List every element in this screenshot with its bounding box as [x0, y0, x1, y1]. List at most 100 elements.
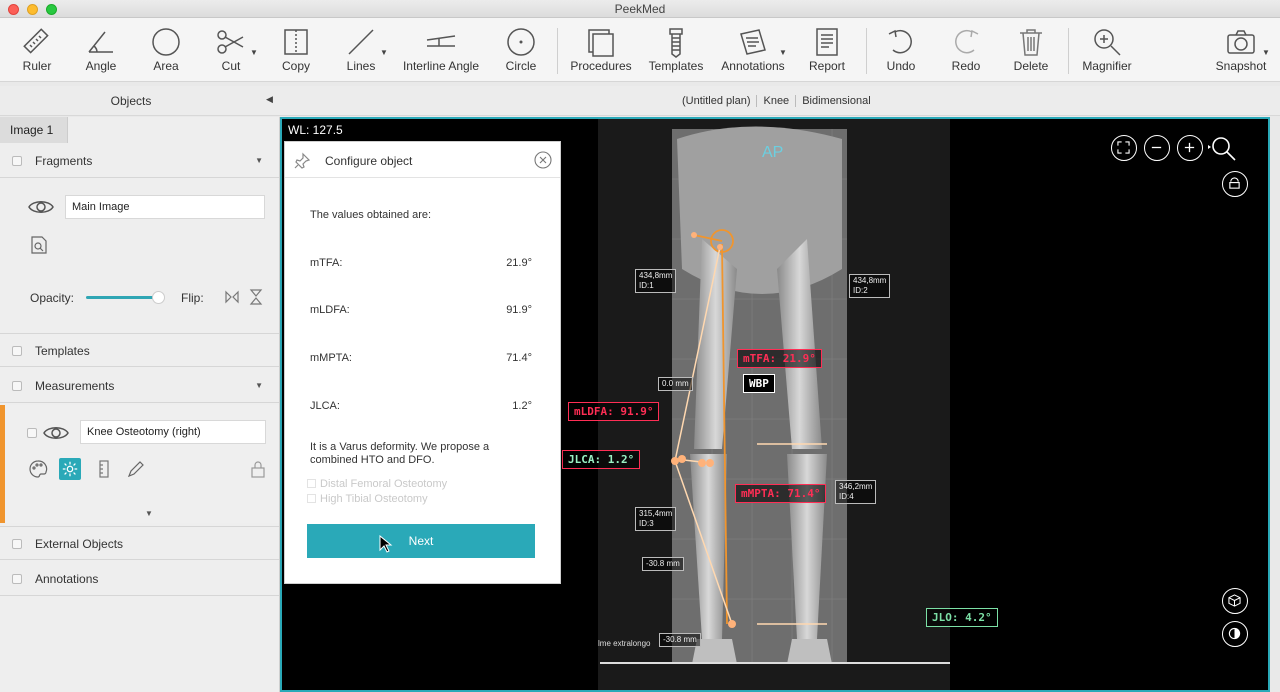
external-objects-section-header[interactable]: External Objects	[0, 526, 279, 560]
zoom-in-button[interactable]	[1177, 135, 1203, 161]
3d-view-button[interactable]	[1222, 588, 1248, 614]
magnifier-button[interactable]: Magnifier	[1074, 26, 1140, 73]
toolbar-divider	[557, 28, 558, 74]
mmpta-tag[interactable]: mMPTA: 71.4°	[735, 484, 827, 503]
redo-icon	[955, 29, 979, 54]
fit-screen-button[interactable]	[1111, 135, 1137, 161]
measurements-checkbox[interactable]	[12, 381, 22, 391]
offset-label[interactable]: 0.0 mm	[658, 377, 693, 391]
magnifier-label: Magnifier	[1082, 59, 1132, 73]
main-image-field[interactable]: Main Image	[65, 195, 265, 219]
area-tool-button[interactable]: Area	[133, 26, 199, 73]
dimension-label-4[interactable]: 346,2mm ID:4	[835, 480, 877, 504]
offset-label[interactable]: -30.8 mm	[642, 557, 684, 571]
option-checkbox[interactable]	[307, 479, 316, 488]
ruler-vertical-icon[interactable]	[94, 459, 114, 479]
toolbar-divider	[1068, 28, 1069, 74]
contrast-button[interactable]	[1222, 621, 1248, 647]
external-objects-checkbox[interactable]	[12, 539, 22, 549]
collapse-panel-arrow-icon[interactable]: ◀	[266, 94, 273, 105]
eye-icon[interactable]	[27, 197, 55, 217]
templates-section-header[interactable]: Templates	[0, 333, 279, 367]
undo-button[interactable]: Undo	[868, 26, 934, 73]
mtfa-tag[interactable]: mTFA: 21.9°	[737, 349, 822, 368]
area-circle-icon	[152, 28, 180, 56]
opacity-slider[interactable]	[86, 296, 156, 299]
jlo-tag[interactable]: JLO: 4.2°	[926, 608, 998, 627]
annotations-section-header[interactable]: Annotations	[0, 562, 279, 596]
dimension-value: 434,8mm	[639, 271, 673, 280]
flip-vertical-icon[interactable]	[248, 287, 264, 307]
breadcrumb-mode[interactable]: Bidimensional	[795, 95, 876, 107]
measurement-checkbox[interactable]	[27, 428, 37, 438]
annotations-checkbox[interactable]	[12, 574, 22, 584]
dialog-header: Configure object	[285, 142, 560, 178]
dimension-label-1[interactable]: 434,8mm ID:1	[635, 269, 677, 293]
image-tab[interactable]: Image 1	[0, 117, 68, 143]
mouse-cursor-icon	[379, 535, 393, 553]
annotations-section-label: Annotations	[35, 572, 99, 586]
ruler-tool-button[interactable]: Ruler	[4, 26, 70, 73]
interline-angle-label: Interline Angle	[402, 59, 480, 73]
pin-icon[interactable]	[293, 152, 311, 170]
templates-button[interactable]: Templates	[643, 26, 709, 73]
report-label: Report	[808, 59, 846, 73]
copy-tool-button[interactable]: Copy	[263, 26, 329, 73]
breadcrumb-joint[interactable]: Knee	[756, 95, 795, 107]
dimension-label-3[interactable]: 315,4mm ID:3	[635, 507, 677, 531]
opacity-slider-handle[interactable]	[152, 291, 165, 304]
image-caption: lme extralongo	[598, 639, 651, 648]
expand-arrow-icon[interactable]: ▼	[145, 509, 153, 518]
cut-label: Cut	[221, 59, 241, 73]
next-button[interactable]: Next	[307, 524, 535, 558]
redo-button[interactable]: Redo	[933, 26, 999, 73]
procedures-icon	[588, 29, 614, 57]
dialog-intro: The values obtained are:	[310, 209, 432, 221]
fragments-section-header[interactable]: Fragments ▼	[0, 144, 279, 178]
distal-femoral-osteotomy-option[interactable]: Distal Femoral Osteotomy	[307, 478, 447, 490]
angle-tool-button[interactable]: Angle	[68, 26, 134, 73]
fragments-checkbox[interactable]	[12, 156, 22, 166]
angle-label: Angle	[85, 59, 117, 73]
zoom-out-button[interactable]	[1144, 135, 1170, 161]
eye-icon[interactable]	[42, 423, 70, 443]
flip-horizontal-icon[interactable]	[224, 287, 240, 307]
lines-dropdown-caret-icon[interactable]: ▼	[380, 48, 388, 57]
dimension-label-2[interactable]: 434,8mm ID:2	[849, 274, 891, 298]
cut-dropdown-caret-icon[interactable]: ▼	[250, 48, 258, 57]
document-search-icon[interactable]	[29, 235, 49, 255]
pencil-icon[interactable]	[126, 459, 146, 479]
breadcrumb-plan[interactable]: (Untitled plan)	[676, 95, 756, 107]
measurements-label: Measurements	[35, 379, 115, 393]
close-icon[interactable]	[534, 151, 552, 169]
templates-checkbox[interactable]	[12, 346, 22, 356]
measurements-section-header[interactable]: Measurements ▼	[0, 369, 279, 403]
expand-arrow-icon[interactable]: ▼	[255, 381, 263, 390]
dimension-value: 434,8mm	[853, 276, 887, 285]
jlca-tag[interactable]: JLCA: 1.2°	[562, 450, 641, 469]
lock-icon[interactable]	[248, 459, 268, 479]
delete-button[interactable]: Delete	[998, 26, 1064, 73]
measurement-name-field[interactable]: Knee Osteotomy (right)	[80, 420, 266, 444]
option-checkbox[interactable]	[307, 494, 316, 503]
expand-arrow-icon[interactable]: ▼	[255, 156, 263, 165]
offset-label[interactable]: -30.8 mm	[659, 633, 701, 647]
palette-icon[interactable]	[28, 459, 48, 479]
rotate-button[interactable]	[1222, 171, 1248, 197]
wbp-tag[interactable]: WBP	[743, 374, 775, 393]
dialog-title: Configure object	[325, 154, 413, 168]
interline-angle-tool-button[interactable]: Interline Angle	[398, 26, 484, 73]
measurement-item[interactable]: Knee Osteotomy (right) ▼	[0, 405, 279, 523]
search-zoom-icon[interactable]	[1208, 135, 1238, 163]
high-tibial-osteotomy-option[interactable]: High Tibial Osteotomy	[307, 493, 428, 505]
snapshot-dropdown-caret-icon[interactable]: ▼	[1262, 48, 1270, 57]
mldfa-tag[interactable]: mLDFA: 91.9°	[568, 402, 660, 421]
mtfa-row-value: 21.9°	[506, 257, 532, 269]
configure-gear-button[interactable]	[59, 458, 81, 480]
templates-label: Templates	[648, 59, 704, 73]
circle-tool-button[interactable]: Circle	[488, 26, 554, 73]
procedures-button[interactable]: Procedures	[566, 26, 636, 73]
annotations-dropdown-caret-icon[interactable]: ▼	[779, 48, 787, 57]
jlca-row-label: JLCA:	[310, 400, 340, 412]
report-button[interactable]: Report	[794, 26, 860, 73]
